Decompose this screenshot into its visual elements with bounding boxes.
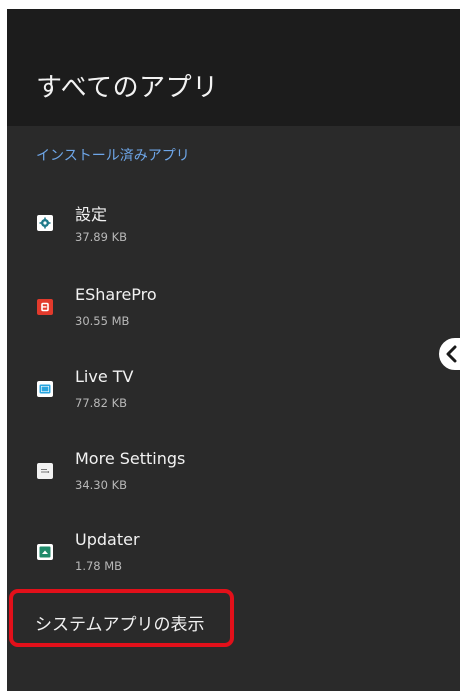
app-size: 77.82 KB — [75, 396, 128, 410]
tv-icon — [37, 381, 53, 397]
eshare-icon — [37, 299, 53, 315]
page-title: すべてのアプリ — [36, 73, 219, 103]
side-panel-tab[interactable] — [437, 336, 460, 372]
header: すべてのアプリ — [7, 9, 460, 126]
app-name: ESharePro — [75, 285, 157, 304]
chevron-left-icon — [446, 345, 457, 363]
show-system-apps-label: システムアプリの表示 — [35, 615, 205, 635]
app-name: Live TV — [75, 367, 134, 386]
app-size: 30.55 MB — [75, 314, 130, 328]
app-size: 34.30 KB — [75, 478, 128, 492]
app-item-settings[interactable]: 設定 37.89 KB — [7, 201, 437, 271]
show-system-apps-button[interactable]: システムアプリの表示 — [9, 589, 234, 647]
more-settings-icon — [37, 463, 53, 479]
settings-gear-icon — [37, 215, 53, 231]
app-item-more-settings[interactable]: More Settings 34.30 KB — [7, 449, 437, 519]
app-item-esharepro[interactable]: ESharePro 30.55 MB — [7, 285, 437, 355]
app-size: 1.78 MB — [75, 559, 123, 573]
app-name: Updater — [75, 530, 140, 549]
app-name: More Settings — [75, 449, 186, 468]
app-item-live-tv[interactable]: Live TV 77.82 KB — [7, 367, 437, 437]
updater-icon — [37, 544, 53, 560]
section-label-installed: インストール済みアプリ — [36, 148, 190, 164]
app-size: 37.89 KB — [75, 230, 128, 244]
app-name: 設定 — [75, 205, 108, 224]
app-screen: すべてのアプリ インストール済みアプリ 設定 37.89 KB ESharePr… — [7, 9, 460, 691]
